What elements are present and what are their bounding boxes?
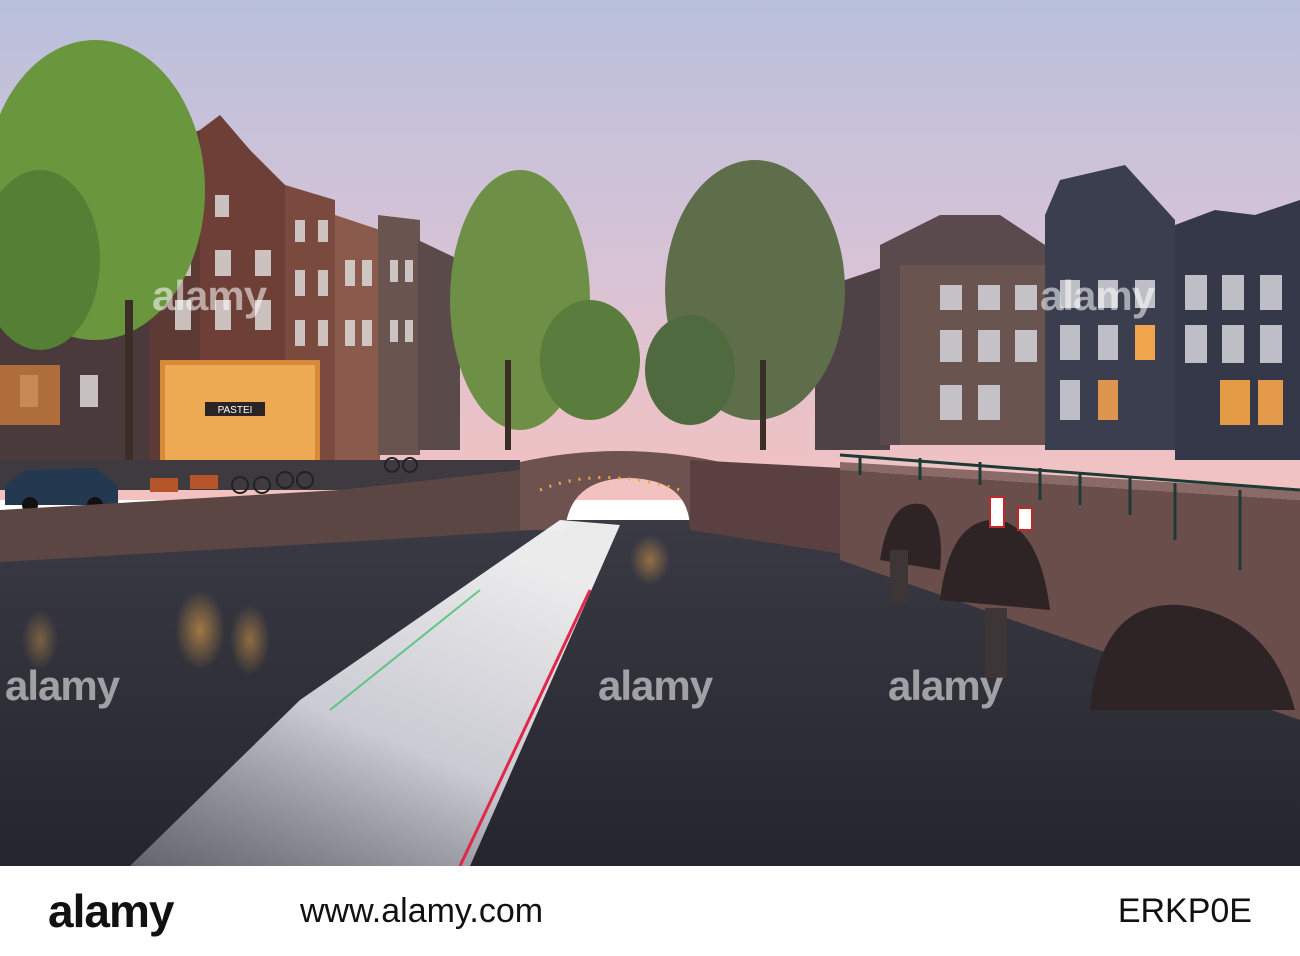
canal-scene: PASTEI bbox=[0, 0, 1300, 866]
canal-photo: PASTEI alamy alamy alamy alamy alamy bbox=[0, 0, 1300, 866]
bridge-sign bbox=[989, 496, 1005, 528]
shop-sign-text: PASTEI bbox=[218, 405, 253, 416]
stock-footer: alamy www.alamy.com ERKP0E bbox=[0, 866, 1300, 956]
mooring-post bbox=[985, 608, 1007, 678]
footer-image-id: ERKP0E bbox=[1117, 892, 1252, 930]
cargo-bike bbox=[150, 478, 178, 492]
footer-domain: www.alamy.com bbox=[300, 892, 544, 930]
footer-logo: alamy bbox=[48, 885, 174, 937]
